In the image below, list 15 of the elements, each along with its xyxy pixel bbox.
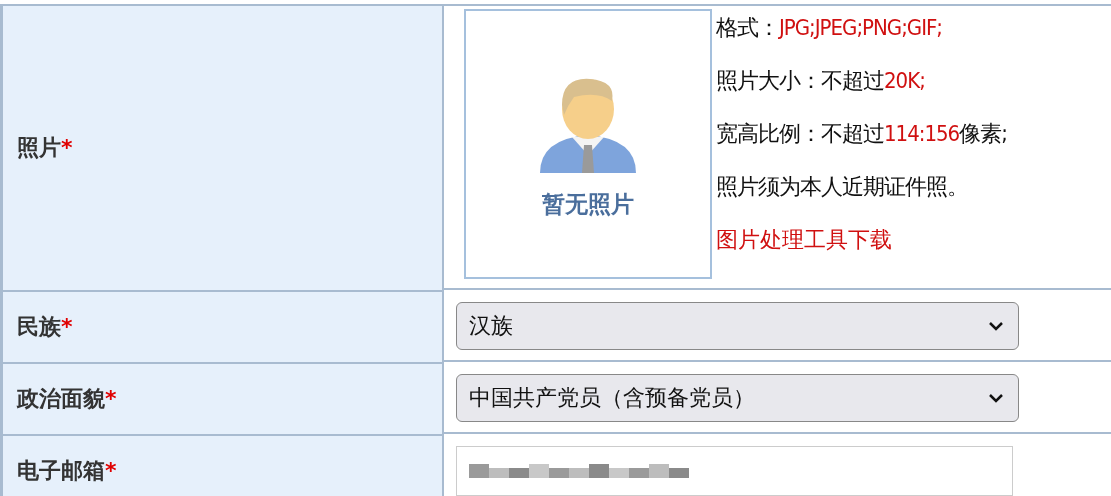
dropdown-select[interactable]: 汉族 — [456, 302, 1019, 350]
photo-requirement-text: 照片须为本人近期证件照。 — [716, 174, 969, 201]
download-link[interactable]: 图片处理工具下载 — [716, 227, 1007, 253]
chevron-down-icon — [988, 321, 1004, 331]
field-label: 电子邮箱* — [17, 457, 117, 485]
input-field[interactable] — [456, 446, 1013, 496]
field-label: 照片* — [17, 134, 73, 162]
chevron-down-icon — [988, 393, 1004, 403]
photo-requirement-text: 宽高比例：不超过114:156像素; — [716, 121, 1007, 148]
field-label: 民族* — [17, 313, 73, 341]
dropdown-select[interactable]: 中国共产党员（含预备党员） — [456, 374, 1019, 422]
photo-requirement-text: 格式：JPG;JPEG;PNG;GIF; — [716, 15, 944, 42]
photo-caption: 暂无照片 — [542, 189, 634, 219]
field-label: 政治面貌* — [17, 385, 117, 413]
photo-requirement-text: 照片大小：不超过20K; — [716, 68, 926, 95]
